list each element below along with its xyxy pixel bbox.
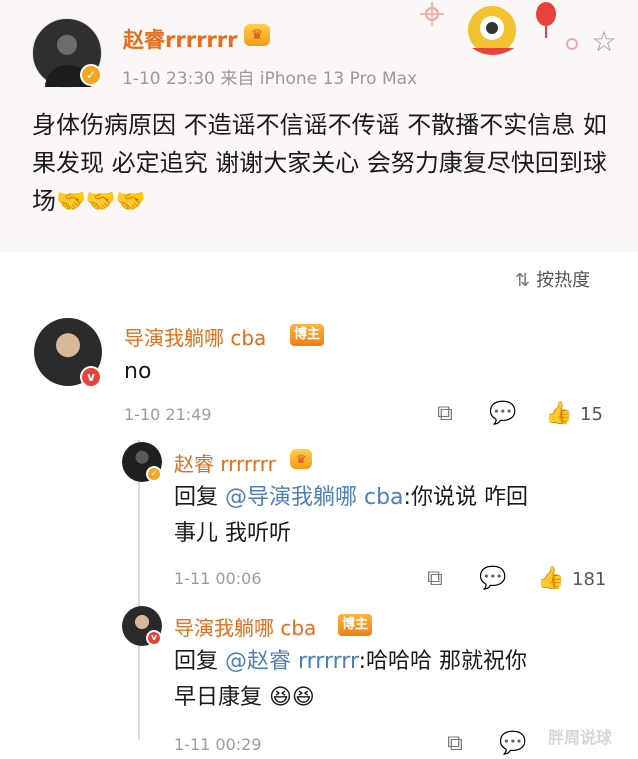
vip-crown-icon: ♛ bbox=[290, 449, 312, 469]
comment-text: no bbox=[124, 359, 152, 384]
weibo-post-card: ✓ 赵睿rrrrrrr ♛ 1-10 23:30 来自 iPhone 13 Pr… bbox=[0, 0, 638, 252]
reply-prefix: 回复 bbox=[174, 485, 225, 510]
verified-badge-icon: v bbox=[80, 366, 102, 388]
festival-decoration-icon bbox=[414, 0, 584, 60]
comment-icon[interactable]: 💬 bbox=[488, 401, 518, 427]
reply-prefix: 回复 bbox=[174, 649, 225, 674]
verified-badge-icon: v bbox=[146, 630, 162, 646]
like-count: 181 bbox=[572, 569, 607, 590]
share-icon[interactable]: ⧉ bbox=[430, 401, 460, 427]
watermark-text: 胖周说球 bbox=[548, 728, 613, 747]
reply-author-name[interactable]: 赵睿 rrrrrrr bbox=[174, 448, 276, 477]
reply-author-name[interactable]: 导演我躺哪 cba bbox=[174, 612, 316, 641]
blogger-badge: 博主 bbox=[338, 614, 373, 636]
reply-text-line2: 事儿 我听听 bbox=[174, 521, 291, 546]
like-icon[interactable]: 👍 bbox=[536, 566, 566, 592]
share-icon[interactable]: ⧉ bbox=[420, 566, 450, 592]
sort-label: 按热度 bbox=[536, 270, 591, 291]
mention-link[interactable]: @赵睿 rrrrrrr bbox=[225, 649, 359, 674]
post-author-name[interactable]: 赵睿rrrrrrr bbox=[123, 24, 238, 54]
mention-link[interactable]: @导演我躺哪 cba bbox=[225, 485, 404, 510]
reply-text-line1: :你说说 咋回 bbox=[403, 485, 528, 510]
thread-line bbox=[138, 440, 140, 740]
blogger-badge: 博主 bbox=[290, 324, 325, 346]
like-count: 15 bbox=[580, 404, 603, 425]
sort-by-hot-button[interactable]: ⇅ 按热度 bbox=[515, 266, 590, 292]
share-icon[interactable]: ⧉ bbox=[440, 731, 470, 757]
comment-icon[interactable]: 💬 bbox=[498, 731, 528, 757]
reply-time: 1-11 00:29 bbox=[174, 735, 262, 754]
star-icon[interactable]: ☆ bbox=[588, 26, 620, 58]
verified-badge-icon: ✓ bbox=[80, 64, 102, 86]
comment-author-name[interactable]: 导演我躺哪 cba bbox=[124, 322, 266, 351]
like-icon[interactable]: 👍 bbox=[544, 401, 574, 427]
reply-text-line2: 早日康复 😆😆 bbox=[174, 685, 315, 710]
reply-text: 回复 @导演我躺哪 cba:你说说 咋回 事儿 我听听 bbox=[174, 480, 594, 552]
verified-badge-icon: ✓ bbox=[146, 466, 162, 482]
reply-text-line1: :哈哈哈 那就祝你 bbox=[358, 649, 528, 674]
post-text: 身体伤病原因 不造谣不信谣不传谣 不散播不实信息 如果发现 必定追究 谢谢大家关… bbox=[32, 111, 607, 215]
vip-crown-icon: ♛ bbox=[244, 24, 270, 46]
comment-time: 1-10 21:49 bbox=[124, 405, 212, 424]
comment-icon[interactable]: 💬 bbox=[478, 566, 508, 592]
reply-text: 回复 @赵睿 rrrrrrr:哈哈哈 那就祝你 早日康复 😆😆 bbox=[174, 644, 614, 716]
sort-icon: ⇅ bbox=[515, 270, 531, 291]
reply-time: 1-11 00:06 bbox=[174, 569, 262, 588]
post-meta: 1-10 23:30 来自 iPhone 13 Pro Max bbox=[122, 69, 418, 89]
